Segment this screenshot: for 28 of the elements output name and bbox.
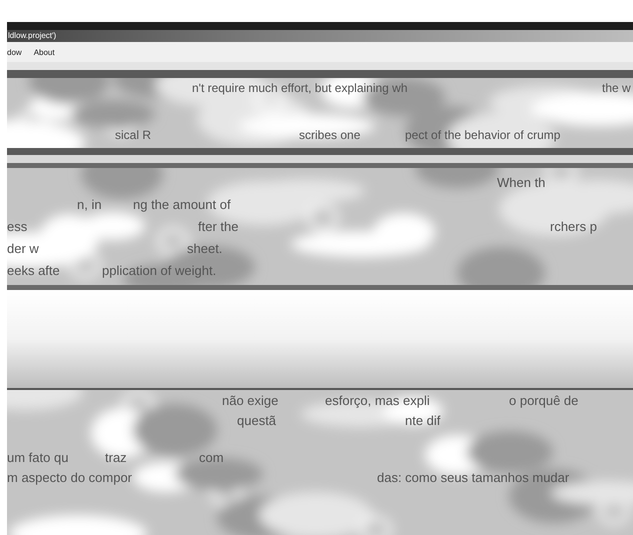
text-fragment: não exige <box>222 392 278 408</box>
text-fragment: traz <box>105 450 127 464</box>
text-fragment: ng the amount of <box>133 196 231 212</box>
text-fragment: fter the <box>198 218 238 234</box>
text-fragment: sheet. <box>187 240 222 256</box>
text-fragment: der w <box>7 240 39 256</box>
text-fragment: pect of the behavior of crump <box>405 128 560 142</box>
text-fragment: n't require much effort, but explaining wh <box>192 81 408 95</box>
text-fragment: eeks afte <box>7 262 60 278</box>
text-fragment: ess <box>7 218 28 234</box>
menu-item[interactable]: dow <box>7 48 22 56</box>
text-fragment: sical R <box>115 128 152 142</box>
text-fragment: n, in <box>77 196 102 212</box>
text-fragment: das: como seus tamanhos mudar <box>377 470 570 484</box>
text-fragment: o porquê de <box>509 392 578 408</box>
text-fragment: esforço, mas expli <box>325 392 430 408</box>
text-fragment: com <box>199 450 224 464</box>
text-fragment: rchers p <box>550 218 597 234</box>
text-fragment: questã <box>237 412 276 428</box>
text-fragment: the w <box>602 81 631 95</box>
window-title: ldlow.project') <box>8 31 56 40</box>
text-fragment: m aspecto do compor <box>7 470 132 484</box>
text-fragment: When th <box>497 174 546 190</box>
text-fragment: scribes one <box>299 128 360 142</box>
text-fragment: pplication of weight. <box>102 262 216 278</box>
menu-item[interactable]: About <box>34 48 55 56</box>
text-fragment: nte dif <box>405 412 440 428</box>
text-fragment: um fato qu <box>7 450 68 464</box>
